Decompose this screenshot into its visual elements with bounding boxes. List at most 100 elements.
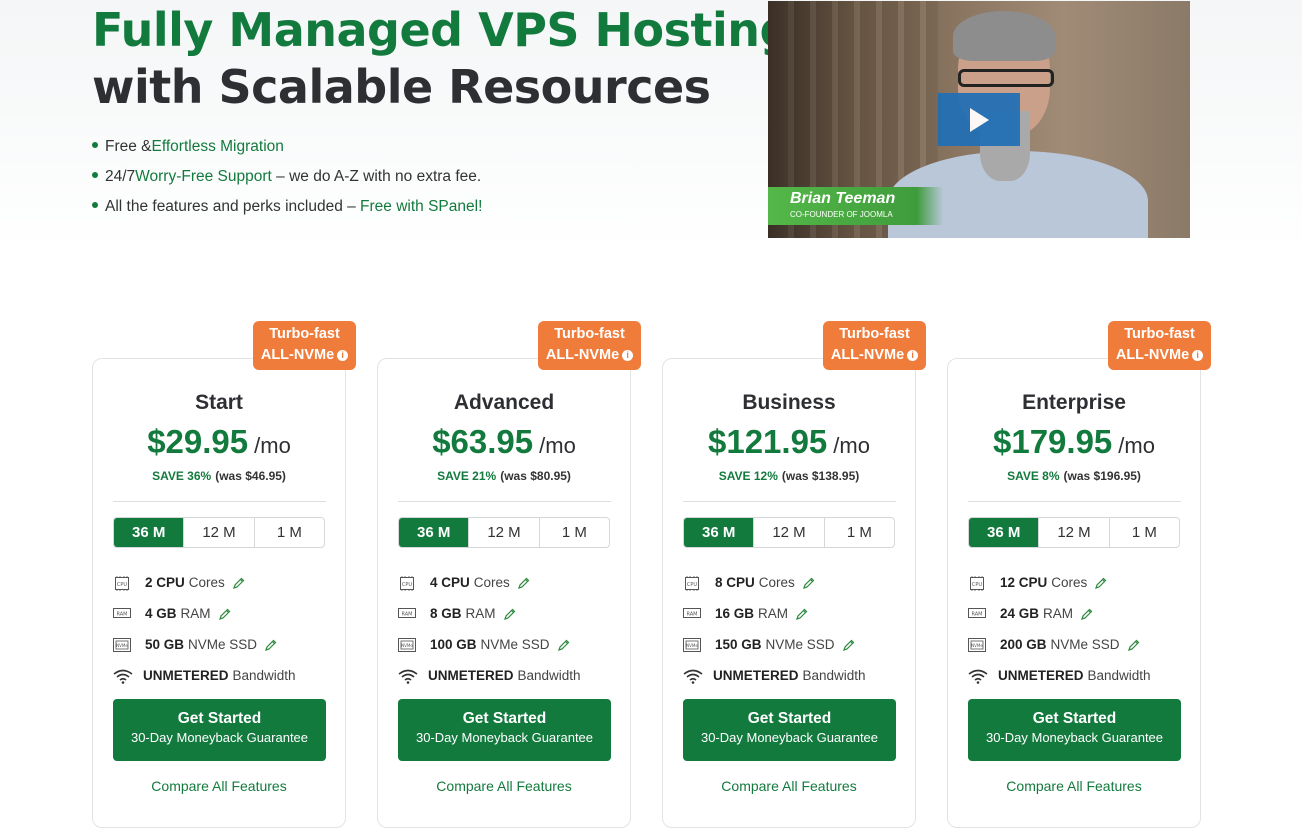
spec-wifi-value: UNMETERED: [143, 668, 229, 683]
term-option-12m[interactable]: 12 M: [183, 518, 253, 547]
cta-label: Get Started: [747, 710, 832, 727]
bullet-dot-icon: [92, 172, 98, 178]
worry-free-support-link[interactable]: Worry-Free Support: [135, 165, 272, 189]
nvme-badge: Turbo-fast ALL-NVMe i: [1108, 321, 1211, 370]
free-with-spanel-link[interactable]: Free with SPanel!: [360, 195, 482, 219]
term-selector: 36 M 12 M1 M: [968, 517, 1180, 548]
spec-ssd-value: 200 GB: [1000, 637, 1047, 652]
plan-card-enterprise: Enterprise $179.95/mo SAVE 8% (was $196.95)…: [947, 358, 1201, 828]
price-amount: $63.95: [432, 423, 534, 460]
spec-cpu: CPU 4 CPU Cores: [398, 567, 581, 598]
compare-features-link[interactable]: Compare All Features: [948, 778, 1200, 794]
plan-price: $29.95/mo: [93, 423, 345, 461]
get-started-button[interactable]: Get Started 30-Day Moneyback Guarantee: [113, 699, 326, 761]
spec-ram-label: RAM: [758, 606, 789, 621]
cpu-icon: CPU: [683, 575, 701, 591]
term-option-1m[interactable]: 1 M: [1108, 518, 1179, 547]
spec-cpu: CPU 2 CPU Cores: [113, 567, 296, 598]
spec-ram-label: RAM: [465, 606, 496, 621]
cta-sublabel: 30-Day Moneyback Guarantee: [700, 730, 879, 745]
term-option-12m[interactable]: 12 M: [468, 518, 538, 547]
play-icon: [970, 107, 989, 132]
spec-cpu-value: 4 CPU: [430, 575, 470, 590]
nvme-badge: Turbo-fast ALL-NVMe i: [253, 321, 356, 370]
info-icon[interactable]: i: [1192, 350, 1204, 361]
spec-cpu: CPU 12 CPU Cores: [968, 567, 1151, 598]
plan-name: Enterprise: [1022, 391, 1126, 414]
spec-wifi-label: Bandwidth: [517, 668, 581, 683]
divider: [683, 501, 896, 502]
term-option-36m[interactable]: 36 M: [399, 518, 469, 547]
term-option-12m[interactable]: 12 M: [1038, 518, 1108, 547]
plan-specs: CPU 8 CPU Cores RAM 16 GB RAM NVMe 150 GB NVMe S…: [683, 567, 866, 691]
plan-specs: CPU 4 CPU Cores RAM 8 GB RAM NVMe 100 GB NVMe SS…: [398, 567, 581, 691]
plan-name: Start: [195, 391, 243, 414]
term-option-1m[interactable]: 1 M: [253, 518, 324, 547]
spec-cpu-label: Cores: [1051, 575, 1088, 590]
info-icon[interactable]: i: [337, 350, 349, 361]
edit-pencil-icon[interactable]: [265, 639, 277, 651]
person-name: Brian Teeman: [790, 190, 896, 207]
plan-price: $121.95/mo: [663, 423, 915, 461]
edit-pencil-icon[interactable]: [557, 639, 570, 651]
plan-card-business: Business $121.95/mo SAVE 12% (was $138.95) 3…: [662, 358, 916, 828]
savings-text: SAVE 21% (was $80.95): [378, 469, 630, 483]
get-started-button[interactable]: Get Started 30-Day Moneyback Guarantee: [683, 699, 896, 761]
term-option-1m[interactable]: 1 M: [538, 518, 609, 547]
term-option-36m[interactable]: 36 M: [114, 518, 184, 547]
spec-cpu-value: 12 CPU: [1000, 575, 1048, 590]
term-option-36m[interactable]: 36 M: [684, 518, 754, 547]
compare-features-link[interactable]: Compare All Features: [378, 778, 630, 794]
spec-ram-value: 8 GB: [430, 606, 462, 621]
cta-sublabel: 30-Day Moneyback Guarantee: [985, 730, 1164, 745]
edit-pencil-icon[interactable]: [796, 608, 808, 620]
edit-pencil-icon[interactable]: [218, 608, 231, 620]
spec-wifi: UNMETERED Bandwidth: [968, 660, 1151, 691]
price-amount: $29.95: [147, 423, 249, 460]
feature-bullets: Free & Effortless Migration 24/7 Worry-F…: [92, 132, 482, 222]
effortless-migration-link[interactable]: Effortless Migration: [152, 135, 284, 159]
svg-text:NVMe: NVMe: [116, 643, 128, 648]
spec-cpu-value: 8 CPU: [715, 575, 755, 590]
cpu-icon: CPU: [968, 575, 986, 591]
spec-wifi-label: Bandwidth: [232, 668, 296, 683]
edit-pencil-icon[interactable]: [1095, 577, 1107, 589]
spec-ssd-value: 50 GB: [145, 637, 185, 652]
spec-ram: RAM 16 GB RAM: [683, 598, 866, 629]
play-button[interactable]: [938, 93, 1020, 146]
divider: [113, 501, 326, 502]
term-selector: 36 M 12 M1 M: [683, 517, 895, 548]
spec-wifi: UNMETERED Bandwidth: [113, 660, 296, 691]
edit-pencil-icon[interactable]: [842, 639, 855, 651]
spec-wifi-label: Bandwidth: [1087, 668, 1151, 683]
testimonial-video[interactable]: Brian Teeman CO-FOUNDER OF JOOMLA: [768, 1, 1190, 238]
badge-line-2: ALL-NVMe: [1115, 347, 1190, 363]
get-started-button[interactable]: Get Started 30-Day Moneyback Guarantee: [968, 699, 1181, 761]
term-option-36m[interactable]: 36 M: [969, 518, 1039, 547]
edit-pencil-icon[interactable]: [802, 577, 815, 589]
compare-features-link[interactable]: Compare All Features: [663, 778, 915, 794]
savings-percent: SAVE 8%: [1007, 469, 1060, 483]
get-started-button[interactable]: Get Started 30-Day Moneyback Guarantee: [398, 699, 611, 761]
edit-pencil-icon[interactable]: [503, 608, 516, 620]
edit-pencil-icon[interactable]: [1081, 608, 1093, 620]
compare-features-link[interactable]: Compare All Features: [93, 778, 345, 794]
edit-pencil-icon[interactable]: [517, 577, 530, 589]
term-option-12m[interactable]: 12 M: [753, 518, 823, 547]
edit-pencil-icon[interactable]: [232, 577, 245, 589]
info-icon[interactable]: i: [622, 350, 634, 361]
spec-ssd-label: NVMe SSD: [1050, 637, 1120, 652]
edit-pencil-icon[interactable]: [1127, 639, 1140, 651]
spec-ram-label: RAM: [180, 606, 211, 621]
spec-cpu-label: Cores: [188, 575, 225, 590]
spec-ssd-label: NVMe SSD: [480, 637, 550, 652]
spec-wifi: UNMETERED Bandwidth: [683, 660, 866, 691]
video-caption: Brian Teeman CO-FOUNDER OF JOOMLA: [768, 187, 943, 225]
info-icon[interactable]: i: [907, 350, 919, 361]
person-glasses: [958, 69, 1054, 87]
spec-ram: RAM 4 GB RAM: [113, 598, 296, 629]
svg-text:RAM: RAM: [686, 611, 697, 617]
svg-text:RAM: RAM: [116, 611, 127, 617]
plan-price: $179.95/mo: [948, 423, 1200, 461]
term-option-1m[interactable]: 1 M: [823, 518, 894, 547]
